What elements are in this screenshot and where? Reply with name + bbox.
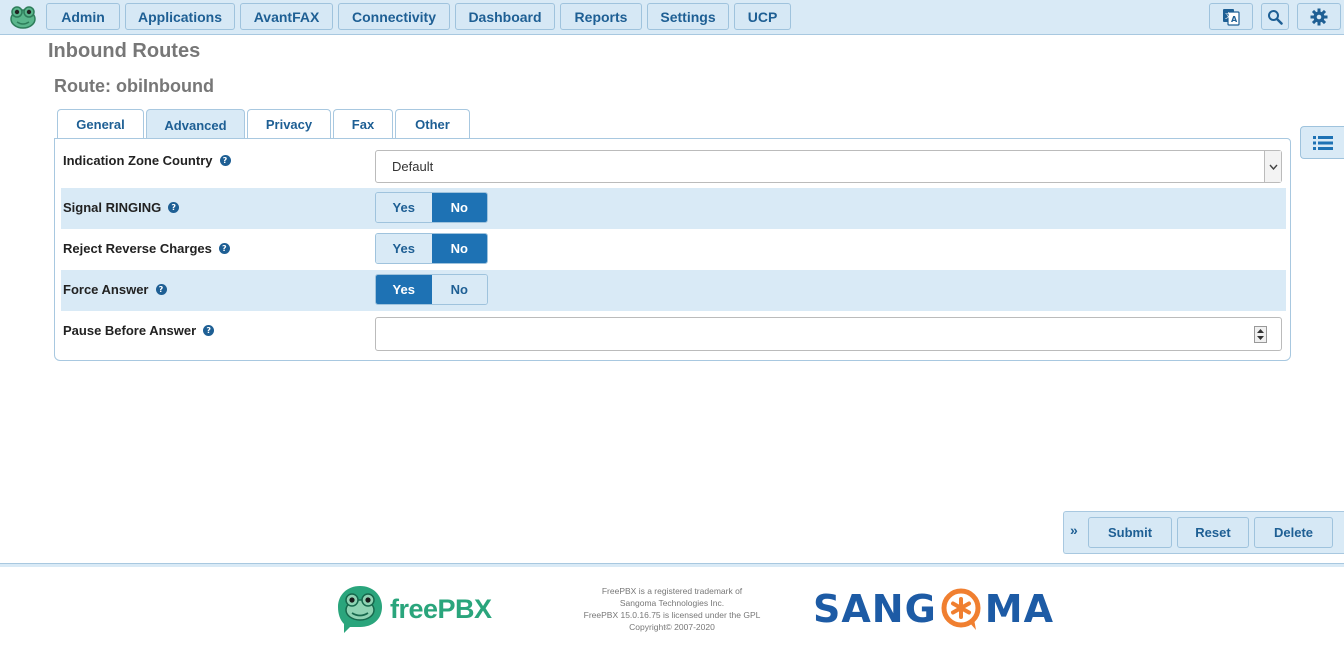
nav-settings[interactable]: Settings	[647, 3, 729, 30]
chevron-down-icon[interactable]	[1264, 151, 1281, 182]
sangoma-asterisk-logo-icon	[941, 588, 981, 630]
freepbx-wordmark-pbx: PBX	[437, 593, 493, 624]
gear-icon	[1310, 8, 1328, 25]
force-answer-yes-button[interactable]: Yes	[376, 275, 432, 304]
legal-line: FreePBX 15.0.16.75 is licensed under the…	[583, 610, 761, 620]
sangoma-logo[interactable]: SANG MA	[813, 587, 1055, 631]
list-icon	[1312, 135, 1333, 150]
indication-zone-select[interactable]: Default	[375, 150, 1282, 183]
nav-connectivity[interactable]: Connectivity	[338, 3, 450, 30]
sangoma-wordmark-right: MA	[984, 587, 1055, 631]
pause-before-answer-label-text: Pause Before Answer	[63, 323, 197, 338]
spinner-down-icon[interactable]	[1257, 336, 1264, 341]
legal-line: Sangoma Technologies Inc.	[619, 598, 725, 608]
tab-fax[interactable]: Fax	[333, 109, 393, 139]
tab-privacy[interactable]: Privacy	[247, 109, 331, 139]
tab-other[interactable]: Other	[395, 109, 470, 139]
signal-ringing-no-button[interactable]: No	[431, 193, 487, 222]
reject-reverse-no-button[interactable]: No	[431, 234, 487, 263]
search-button[interactable]	[1261, 3, 1289, 30]
help-icon[interactable]: ?	[155, 284, 167, 295]
indication-zone-label-text: Indication Zone Country	[63, 153, 213, 168]
reject-reverse-label-text: Reject Reverse Charges	[63, 241, 212, 256]
reset-button[interactable]: Reset	[1177, 517, 1249, 548]
freepbx-frog-logo-icon[interactable]	[9, 4, 37, 30]
pause-before-answer-label: Pause Before Answer ?	[63, 323, 215, 338]
force-answer-no-button[interactable]: No	[431, 275, 487, 304]
settings-button[interactable]	[1297, 3, 1341, 30]
nav-reports[interactable]: Reports	[560, 3, 642, 30]
help-icon[interactable]: ?	[203, 325, 215, 336]
signal-ringing-yes-button[interactable]: Yes	[376, 193, 432, 222]
route-title: Route: obiInbound	[54, 76, 214, 96]
help-icon[interactable]: ?	[168, 202, 180, 213]
signal-ringing-toggle: Yes No	[375, 192, 488, 223]
nav-dashboard[interactable]: Dashboard	[455, 3, 555, 30]
force-answer-label: Force Answer ?	[63, 282, 167, 297]
indication-zone-label: Indication Zone Country ?	[63, 153, 231, 168]
spinner-up-icon[interactable]	[1257, 328, 1264, 333]
indication-zone-select-value: Default	[392, 159, 434, 174]
submit-button[interactable]: Submit	[1088, 517, 1172, 548]
force-answer-toggle: Yes No	[375, 274, 488, 305]
delete-button[interactable]: Delete	[1254, 517, 1333, 548]
help-icon[interactable]: ?	[218, 243, 230, 254]
language-button[interactable]: 文 A	[1209, 3, 1253, 30]
signal-ringing-row: Signal RINGING ? Yes No	[61, 188, 1286, 229]
sangoma-wordmark-left: SANG	[813, 587, 937, 631]
freepbx-frog-logo-icon	[338, 586, 382, 633]
nav-applications[interactable]: Applications	[125, 3, 235, 30]
help-icon[interactable]: ?	[219, 155, 231, 166]
action-bar: » Submit Reset Delete	[1063, 511, 1344, 554]
freepbx-wordmark-free: free	[390, 593, 438, 624]
language-icon: 文 A	[1223, 8, 1240, 26]
legal-notice: FreePBX is a registered trademark of San…	[560, 585, 784, 633]
force-answer-row: Force Answer ? Yes No	[61, 270, 1286, 311]
nav-avantfax[interactable]: AvantFAX	[240, 3, 333, 30]
top-navbar: Admin Applications AvantFAX Connectivity…	[0, 0, 1344, 35]
signal-ringing-label-text: Signal RINGING	[63, 200, 162, 215]
number-spinner[interactable]	[1254, 326, 1267, 343]
page-title: Inbound Routes	[48, 40, 201, 62]
tab-advanced[interactable]: Advanced	[146, 109, 245, 140]
legal-line: FreePBX is a registered trademark of	[601, 586, 743, 596]
reject-reverse-label: Reject Reverse Charges ?	[63, 241, 230, 256]
freepbx-logo[interactable]: freePBX	[336, 583, 506, 635]
signal-ringing-label: Signal RINGING ?	[63, 200, 180, 215]
legal-line: Copyright© 2007-2020	[629, 622, 715, 632]
toggle-list-button[interactable]	[1300, 126, 1344, 159]
svg-text:A: A	[1231, 15, 1238, 24]
reject-reverse-yes-button[interactable]: Yes	[376, 234, 432, 263]
tab-general[interactable]: General	[57, 109, 144, 139]
nav-admin[interactable]: Admin	[46, 3, 120, 30]
footer-divider	[0, 563, 1344, 567]
nav-ucp[interactable]: UCP	[734, 3, 791, 30]
reject-reverse-toggle: Yes No	[375, 233, 488, 264]
advanced-settings-panel: Indication Zone Country ? Default Signal…	[54, 138, 1291, 361]
freepbx-wordmark: freePBX	[390, 594, 492, 625]
pause-before-answer-input[interactable]	[375, 317, 1282, 351]
search-icon	[1268, 9, 1283, 25]
force-answer-label-text: Force Answer	[63, 282, 149, 297]
reject-reverse-row: Reject Reverse Charges ? Yes No	[61, 229, 1286, 270]
action-bar-collapse-icon[interactable]: »	[1070, 522, 1078, 538]
